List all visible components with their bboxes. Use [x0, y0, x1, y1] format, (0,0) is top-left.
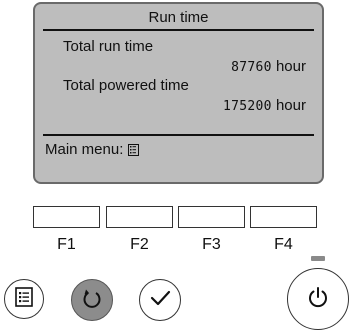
screen-title: Run time: [148, 9, 209, 26]
f3-key[interactable]: [178, 206, 245, 228]
f4-label: F4: [274, 236, 293, 253]
total-powered-time-unit: hour: [275, 97, 306, 114]
menu-icon: [128, 143, 140, 156]
f2-key[interactable]: [106, 206, 173, 228]
main-menu-row: Main menu:: [45, 141, 140, 158]
total-run-time-label: Total run time: [63, 38, 154, 55]
f3-label: F3: [202, 236, 221, 253]
total-run-time-unit: hour: [275, 58, 306, 75]
f4-key[interactable]: [250, 206, 317, 228]
f1-label: F1: [57, 236, 76, 253]
power-led: [311, 256, 325, 261]
f1-key[interactable]: [33, 206, 100, 228]
select-button[interactable]: [139, 279, 181, 321]
total-run-time-number: 87760: [231, 60, 272, 75]
power-button[interactable]: [287, 268, 349, 330]
lcd-screen: Run time Total run time 87760 hour Total…: [33, 2, 324, 184]
return-icon: [81, 287, 103, 314]
total-run-time-value: 87760 hour: [231, 58, 306, 75]
main-menu-label: Main menu:: [45, 141, 124, 158]
power-icon: [306, 285, 330, 314]
total-powered-time-number: 175200: [223, 99, 272, 114]
total-powered-time-value: 175200 hour: [223, 97, 306, 114]
total-powered-time-label: Total powered time: [63, 77, 189, 94]
f2-label: F2: [130, 236, 149, 253]
title-divider: [43, 29, 314, 31]
menu-divider: [43, 134, 314, 136]
check-icon: [149, 289, 171, 312]
return-button[interactable]: [71, 279, 113, 321]
menu-button[interactable]: [4, 279, 44, 319]
menu-icon: [15, 286, 33, 312]
